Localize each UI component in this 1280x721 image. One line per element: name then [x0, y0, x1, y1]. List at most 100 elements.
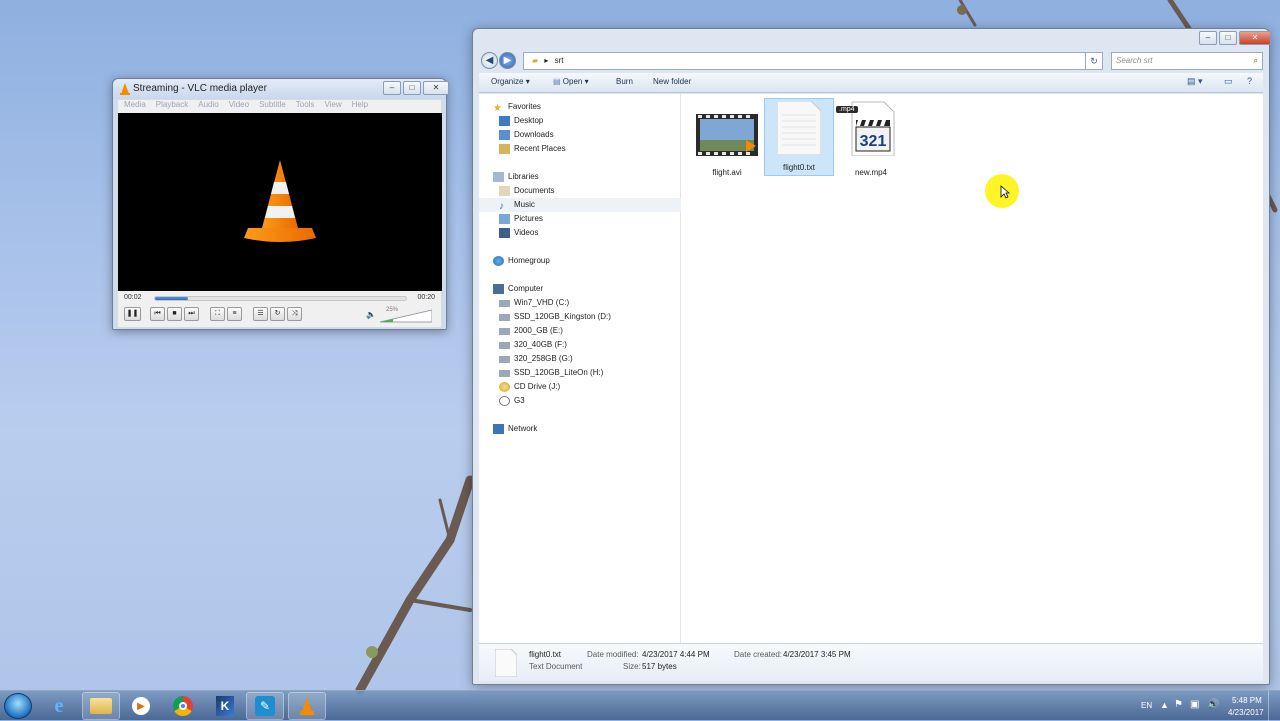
- pause-button[interactable]: ❚❚: [124, 307, 141, 321]
- volume-tray-icon[interactable]: 🔊: [1207, 699, 1219, 710]
- cd-drive-icon: [499, 382, 510, 392]
- homegroup-icon: [493, 256, 504, 266]
- clock-date[interactable]: 4/23/2017: [1228, 708, 1264, 717]
- explorer-body: ★ Favorites Desktop Downloads Recent Plac…: [479, 94, 1263, 643]
- close-button[interactable]: ✕: [1239, 31, 1271, 45]
- menu-help[interactable]: Help: [352, 100, 368, 113]
- show-desktop-button[interactable]: [1268, 691, 1280, 721]
- view-options-icon[interactable]: ▤ ▾: [1187, 76, 1203, 87]
- nav-libraries[interactable]: Libraries: [493, 170, 539, 184]
- chrome-icon[interactable]: [164, 692, 202, 720]
- refresh-button[interactable]: ↻: [1085, 52, 1103, 70]
- windows-start-icon[interactable]: [4, 693, 32, 719]
- nav-drive-h[interactable]: SSD_120GB_LiteOn (H:): [499, 366, 603, 380]
- network-tray-icon[interactable]: ▣: [1190, 699, 1199, 710]
- nav-videos[interactable]: Videos: [499, 226, 538, 240]
- address-bar[interactable]: ▰ ▸ srt ▾: [523, 52, 1103, 70]
- breadcrumb[interactable]: srt: [555, 56, 564, 65]
- maximize-button[interactable]: □: [1219, 31, 1237, 45]
- nav-drive-j[interactable]: CD Drive (J:): [499, 380, 560, 394]
- nav-drive-e[interactable]: 2000_GB (E:): [499, 324, 563, 338]
- nav-favorites[interactable]: ★ Favorites: [493, 100, 541, 114]
- documents-icon: [499, 186, 510, 196]
- flag-icon[interactable]: ⚑: [1174, 699, 1183, 710]
- search-icon[interactable]: ⌕: [1254, 53, 1258, 69]
- nav-drive-c[interactable]: Win7_VHD (C:): [499, 296, 569, 310]
- nav-homegroup[interactable]: Homegroup: [493, 254, 550, 268]
- tool-icon[interactable]: ✎: [246, 692, 284, 720]
- nav-music[interactable]: ♪ Music: [479, 198, 681, 212]
- file-item[interactable]: flight.avi: [692, 104, 762, 182]
- videos-icon: [499, 228, 510, 238]
- file-explorer-icon[interactable]: [82, 692, 120, 720]
- maximize-button[interactable]: □: [403, 81, 421, 95]
- new-folder-button[interactable]: New folder: [653, 77, 691, 86]
- vlc-cone-icon: [120, 83, 130, 95]
- media-player-icon[interactable]: ▶: [122, 692, 160, 720]
- drive-icon: [499, 355, 510, 363]
- drive-icon: [499, 369, 510, 377]
- loop-button[interactable]: ↻: [270, 307, 285, 321]
- open-button[interactable]: ▤ Open ▾: [553, 77, 589, 86]
- organize-button[interactable]: Organize ▾: [491, 77, 530, 86]
- file-type-badge: .mp4: [836, 106, 858, 113]
- shuffle-button[interactable]: ⤨: [287, 307, 302, 321]
- navigation-pane: ★ Favorites Desktop Downloads Recent Plac…: [479, 94, 681, 643]
- menu-playback[interactable]: Playback: [156, 100, 188, 113]
- next-button[interactable]: ⏭: [184, 307, 199, 321]
- app-icon[interactable]: K: [206, 692, 244, 720]
- internet-explorer-icon[interactable]: e: [40, 692, 78, 720]
- nav-g3[interactable]: G3: [499, 394, 525, 408]
- stop-button[interactable]: ■: [167, 307, 182, 321]
- search-input[interactable]: Search srt ⌕: [1111, 52, 1263, 70]
- forward-button[interactable]: ▶: [499, 52, 516, 69]
- vlc-titlebar[interactable]: Streaming - VLC media player – □ ✕: [113, 79, 449, 99]
- menu-media[interactable]: Media: [124, 100, 146, 113]
- nav-documents[interactable]: Documents: [499, 184, 554, 198]
- clock-time[interactable]: 5:48 PM: [1232, 696, 1262, 705]
- video-area[interactable]: [118, 113, 442, 291]
- help-icon[interactable]: ?: [1247, 76, 1252, 86]
- menu-view[interactable]: View: [324, 100, 341, 113]
- nav-downloads[interactable]: Downloads: [499, 128, 554, 142]
- nav-recent-places[interactable]: Recent Places: [499, 142, 566, 156]
- drive-icon: [499, 327, 510, 335]
- music-icon: ♪: [499, 201, 504, 212]
- playlist-button[interactable]: ☰: [253, 307, 268, 321]
- file-list[interactable]: flight.avi flight0.txt 321 .mp4 new.mp4: [682, 94, 1263, 643]
- nav-drive-g[interactable]: 320_258GB (G:): [499, 352, 573, 366]
- file-name: flight0.txt: [782, 163, 815, 172]
- nav-drive-f[interactable]: 320_40GB (F:): [499, 338, 567, 352]
- drive-icon: [499, 299, 510, 307]
- language-indicator[interactable]: EN: [1141, 701, 1152, 710]
- total-time: 00:20: [417, 294, 435, 301]
- show-hidden-icons-icon[interactable]: ▲: [1160, 700, 1169, 710]
- minimize-button[interactable]: –: [383, 81, 401, 95]
- volume-label: 25%: [386, 307, 399, 313]
- nav-desktop[interactable]: Desktop: [499, 114, 543, 128]
- file-item-selected[interactable]: flight0.txt: [764, 98, 834, 176]
- svg-text:321: 321: [860, 133, 887, 150]
- nav-network[interactable]: Network: [493, 422, 537, 436]
- vlc-icon[interactable]: [288, 692, 326, 720]
- menu-subtitle[interactable]: Subtitle: [259, 100, 286, 113]
- menu-tools[interactable]: Tools: [296, 100, 315, 113]
- menu-video[interactable]: Video: [229, 100, 249, 113]
- fullscreen-button[interactable]: ⛶: [210, 307, 225, 321]
- details-created-label: Date created:: [734, 650, 783, 659]
- previous-button[interactable]: ⏮: [150, 307, 165, 321]
- explorer-titlebar[interactable]: – □ ✕: [473, 29, 1271, 49]
- speaker-icon[interactable]: 🔈: [366, 310, 376, 319]
- burn-button[interactable]: Burn: [616, 77, 633, 86]
- menu-audio[interactable]: Audio: [198, 100, 218, 113]
- back-button[interactable]: ◀: [481, 52, 498, 69]
- nav-computer[interactable]: Computer: [493, 282, 543, 296]
- nav-drive-d[interactable]: SSD_120GB_Kingston (D:): [499, 310, 611, 324]
- nav-pictures[interactable]: Pictures: [499, 212, 543, 226]
- preview-pane-icon[interactable]: ▭: [1224, 76, 1233, 87]
- seek-bar[interactable]: [154, 296, 407, 301]
- extended-settings-button[interactable]: ≡: [227, 307, 242, 321]
- minimize-button[interactable]: –: [1199, 31, 1217, 45]
- close-button[interactable]: ✕: [423, 81, 449, 95]
- file-item[interactable]: 321 .mp4 new.mp4: [836, 101, 906, 182]
